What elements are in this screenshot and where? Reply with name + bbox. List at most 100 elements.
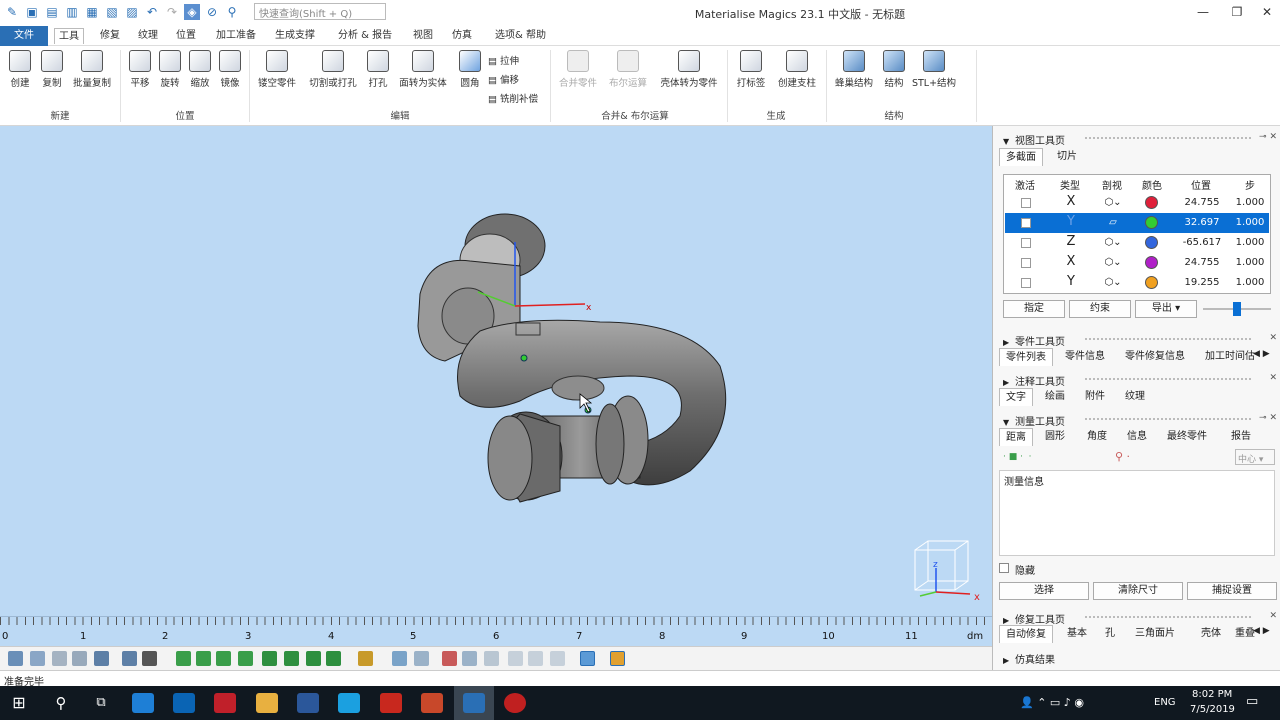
select-box-icon[interactable] bbox=[262, 651, 277, 666]
delete-marked-icon[interactable] bbox=[442, 651, 457, 666]
scale-button[interactable]: 缩放 bbox=[186, 50, 214, 89]
tab-part-list[interactable]: 零件列表 bbox=[999, 348, 1053, 366]
active-checkbox[interactable] bbox=[1021, 198, 1031, 208]
save-icon[interactable]: ▥ bbox=[64, 4, 80, 20]
hide-checkbox[interactable] bbox=[999, 563, 1009, 573]
clock-time[interactable]: 8:02 PM bbox=[1192, 689, 1232, 700]
measure-mode-icon[interactable]: ⚲ · bbox=[1115, 450, 1130, 463]
color-swatch[interactable] bbox=[1145, 256, 1158, 269]
minimize-button[interactable]: — bbox=[1186, 2, 1220, 22]
select-surface-icon[interactable] bbox=[196, 651, 211, 666]
tab-basic[interactable]: 基本 bbox=[1061, 625, 1093, 643]
tab-shells[interactable]: 壳体 bbox=[1195, 625, 1227, 643]
unmark-icon[interactable] bbox=[414, 651, 429, 666]
recorder-icon[interactable] bbox=[504, 693, 526, 713]
zoom-fit-icon[interactable] bbox=[72, 651, 87, 666]
center-dropdown[interactable]: 中心 ▾ bbox=[1235, 449, 1275, 465]
close-icon[interactable]: ✕ bbox=[1269, 611, 1277, 621]
cut-punch-button[interactable]: 切割或打孔 bbox=[305, 50, 361, 89]
batch-copy-button[interactable]: 批量复制 bbox=[70, 50, 114, 89]
wireframe-icon[interactable] bbox=[142, 651, 157, 666]
measure-toolpage-header[interactable]: ▼ 测量工具页 ⊸ ✕ bbox=[993, 410, 1280, 428]
deselect-icon[interactable]: ⊘ bbox=[204, 4, 220, 20]
tab-texture[interactable]: 纹理 bbox=[1119, 388, 1151, 406]
select-plane-icon[interactable] bbox=[238, 651, 253, 666]
import-icon[interactable]: ▧ bbox=[104, 4, 120, 20]
tab-holes[interactable]: 孔 bbox=[1099, 625, 1121, 643]
tab-view[interactable]: 视图 bbox=[409, 28, 437, 44]
tab-file[interactable]: 文件 bbox=[0, 26, 48, 46]
zoom-icon[interactable] bbox=[8, 651, 23, 666]
perforate-button[interactable]: 打孔 bbox=[364, 50, 392, 89]
notification-icon[interactable]: ▭ bbox=[1246, 694, 1258, 709]
select-triangle-icon[interactable] bbox=[176, 651, 191, 666]
active-checkbox[interactable] bbox=[1021, 218, 1031, 228]
task-view-icon[interactable]: ⧉ bbox=[90, 693, 112, 713]
maximize-button[interactable]: ❐ bbox=[1220, 2, 1254, 22]
row-type[interactable]: X bbox=[1051, 254, 1091, 269]
select-button[interactable]: 选择 bbox=[999, 582, 1089, 600]
invert-marking-icon[interactable] bbox=[462, 651, 477, 666]
row-position[interactable]: 24.755 bbox=[1177, 197, 1227, 208]
fillet-button[interactable]: 圆角 bbox=[456, 50, 484, 89]
close-button[interactable]: ✕ bbox=[1250, 2, 1280, 22]
expand-marking-icon[interactable] bbox=[484, 651, 499, 666]
edge-icon[interactable] bbox=[132, 693, 154, 713]
pan-icon[interactable] bbox=[52, 651, 67, 666]
export-dropdown[interactable]: 导出 ▾ bbox=[1135, 300, 1197, 318]
constrain-button[interactable]: 约束 bbox=[1069, 300, 1131, 318]
mark-icon[interactable] bbox=[392, 651, 407, 666]
word-icon[interactable] bbox=[297, 693, 319, 713]
active-checkbox[interactable] bbox=[1021, 278, 1031, 288]
assign-button[interactable]: 指定 bbox=[1003, 300, 1065, 318]
active-checkbox[interactable] bbox=[1021, 258, 1031, 268]
snap-settings-button[interactable]: 捕捉设置 bbox=[1187, 582, 1277, 600]
section-view-icon[interactable]: ⬡⌄ bbox=[1093, 257, 1133, 268]
row-step[interactable]: 1.000 bbox=[1231, 277, 1269, 288]
select-grow-icon[interactable] bbox=[326, 651, 341, 666]
table-row[interactable]: Y ⬡⌄ 19.255 1.000 bbox=[1005, 273, 1269, 293]
copy-button[interactable]: 复制 bbox=[38, 50, 66, 89]
acrobat-icon[interactable] bbox=[380, 693, 402, 713]
row-position[interactable]: 32.697 bbox=[1177, 217, 1227, 228]
skype-icon[interactable] bbox=[338, 693, 360, 713]
row-step[interactable]: 1.000 bbox=[1231, 197, 1269, 208]
view-cube-icon[interactable] bbox=[94, 651, 109, 666]
tab-circle[interactable]: 圆形 bbox=[1039, 428, 1071, 446]
simulation-results-header[interactable]: ▶ 仿真结果 bbox=[993, 648, 1280, 666]
search-icon[interactable]: ⚲ bbox=[50, 693, 72, 713]
row-type[interactable]: Y bbox=[1051, 214, 1091, 229]
tab-scroll-icon[interactable]: ◀ ▶ bbox=[1253, 349, 1277, 359]
row-type[interactable]: Z bbox=[1051, 234, 1091, 249]
label-button[interactable]: 打标签 bbox=[734, 50, 768, 89]
select-brush-icon[interactable] bbox=[306, 651, 321, 666]
tab-slice[interactable]: 切片 bbox=[1051, 148, 1083, 166]
active-checkbox[interactable] bbox=[1021, 238, 1031, 248]
create-button[interactable]: 创建 bbox=[6, 50, 34, 89]
view-toolpage-header[interactable]: ▼ 视图工具页 ⊸ ✕ bbox=[993, 129, 1280, 147]
surface-to-solid-button[interactable]: 面转为实体 bbox=[396, 50, 450, 89]
tab-multisection[interactable]: 多截面 bbox=[999, 148, 1043, 166]
shrink-marking-icon[interactable] bbox=[508, 651, 523, 666]
color-swatch[interactable] bbox=[1145, 196, 1158, 209]
tab-info[interactable]: 信息 bbox=[1121, 428, 1153, 446]
open-file-icon[interactable]: ▤ bbox=[44, 4, 60, 20]
powerpoint-icon[interactable] bbox=[421, 693, 443, 713]
shells-to-parts-button[interactable]: 壳体转为零件 bbox=[656, 50, 722, 89]
close-icon[interactable]: ✕ bbox=[1269, 333, 1277, 343]
row-type[interactable]: X bbox=[1051, 194, 1091, 209]
row-position[interactable]: -65.617 bbox=[1177, 237, 1227, 248]
extrude-button[interactable]: ▤ 拉伸 bbox=[488, 53, 519, 67]
row-step[interactable]: 1.000 bbox=[1231, 237, 1269, 248]
quick-search-input[interactable]: 快速查询(Shift + Q) bbox=[254, 3, 386, 20]
clear-dimensions-button[interactable]: 清除尺寸 bbox=[1093, 582, 1183, 600]
tab-scroll-icon[interactable]: ◀ ▶ bbox=[1253, 626, 1277, 636]
tab-final-part[interactable]: 最终零件 bbox=[1161, 428, 1213, 446]
part-select-icon[interactable] bbox=[358, 651, 373, 666]
tab-options-help[interactable]: 选项& 帮助 bbox=[491, 28, 550, 44]
boolean-button[interactable]: 布尔运算 bbox=[606, 50, 650, 89]
row-position[interactable]: 19.255 bbox=[1177, 277, 1227, 288]
section-view-icon[interactable]: ⬡⌄ bbox=[1093, 237, 1133, 248]
view-cube-icon[interactable]: z x bbox=[914, 540, 980, 603]
tab-auto-fix[interactable]: 自动修复 bbox=[999, 625, 1053, 643]
